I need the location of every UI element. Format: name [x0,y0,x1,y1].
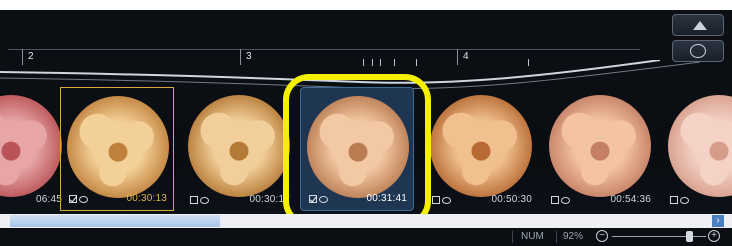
comment-icon[interactable] [200,196,209,204]
thumbnail-strip: 06:45 00:30:13 00:30:17 00:31:41 00:50:3… [0,87,732,215]
thumbnail-image [0,95,62,197]
thumbnail-controls [432,196,451,204]
zoom-level: 92% [563,231,584,242]
checkbox-icon[interactable] [670,196,678,204]
status-separator [556,231,557,243]
horizontal-scrollbar[interactable]: › [0,214,732,228]
thumbnail-time: 00:50:30 [491,194,532,205]
status-separator [512,231,513,243]
thumbnail[interactable]: 00:30:13 [60,87,174,211]
eject-icon [693,21,707,30]
thumbnail[interactable]: 00:54:36 [543,87,657,211]
thumbnail-time: 00:31:41 [366,193,407,204]
zoom-slider-knob[interactable] [686,231,693,242]
circle-icon [690,44,706,58]
zoom-in-icon[interactable]: + [708,230,720,242]
thumbnail-image [67,96,169,198]
capsule-timeline-view: 2 3 4 06:45 00:30:13 00:30:17 00:31:41 0… [0,0,732,246]
circle-button[interactable] [672,40,724,62]
thumbnail-controls [69,195,88,203]
thumbnail-image [307,96,409,198]
thumbnail-time: 06:45 [35,194,62,205]
checkbox-icon[interactable] [190,196,198,204]
checkbox-icon[interactable] [69,195,77,203]
scroll-right-icon[interactable]: › [712,215,724,227]
thumbnail-controls [670,196,689,204]
eject-button[interactable] [672,14,724,36]
status-bar: NUM 92% − + [0,228,732,246]
thumbnail-controls [309,195,328,203]
thumbnail[interactable] [662,87,732,211]
scrollbar-thumb[interactable] [10,215,220,227]
thumbnail-time: 00:54:36 [610,194,651,205]
thumbnail-controls [190,196,209,204]
thumbnail[interactable]: 00:50:30 [424,87,538,211]
thumbnail-image [549,95,651,197]
ruler-line [8,49,640,50]
thumbnail-image [188,95,290,197]
thumbnail[interactable]: 00:30:17 [182,87,296,211]
checkbox-icon[interactable] [309,195,317,203]
checkbox-icon[interactable] [551,196,559,204]
thumbnail-selected[interactable]: 00:31:41 [300,87,414,211]
comment-icon[interactable] [319,195,328,203]
thumbnail-time: 00:30:17 [249,194,290,205]
comment-icon[interactable] [442,196,451,204]
thumbnail[interactable]: 06:45 [0,87,68,211]
checkbox-icon[interactable] [432,196,440,204]
comment-icon[interactable] [680,196,689,204]
thumbnail-image [430,95,532,197]
zoom-out-icon[interactable]: − [596,230,608,242]
comment-icon[interactable] [79,195,88,203]
thumbnail-time: 00:30:13 [126,193,167,204]
comment-icon[interactable] [561,196,570,204]
thumbnail-controls [551,196,570,204]
thumbnail-image [668,95,732,197]
num-lock-indicator: NUM [521,231,544,242]
